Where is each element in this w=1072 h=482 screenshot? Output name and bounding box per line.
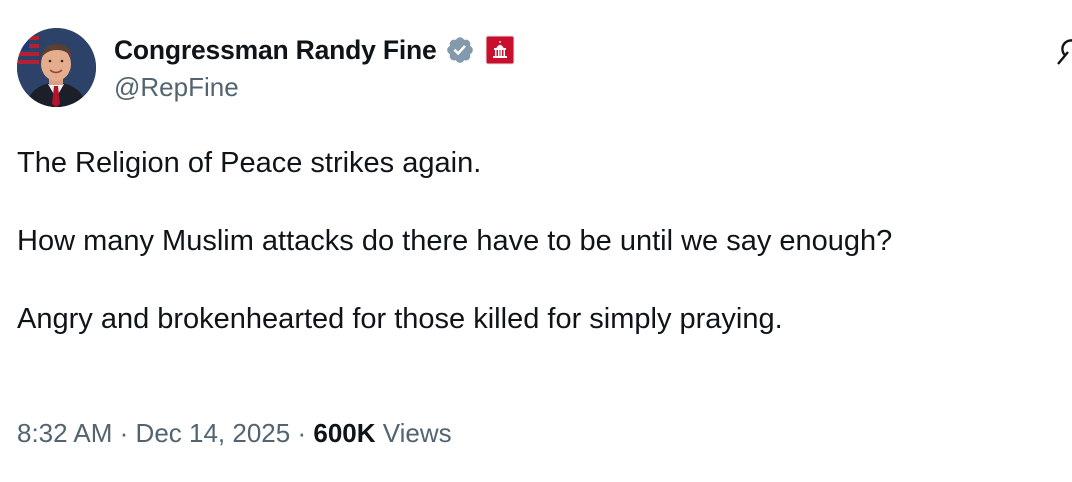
- author-display-name[interactable]: Congressman Randy Fine: [114, 35, 437, 66]
- views-count[interactable]: 600K: [313, 418, 375, 448]
- verified-badge-icon[interactable]: [445, 35, 475, 65]
- tweet-date[interactable]: Dec 14, 2025: [136, 418, 291, 448]
- avatar[interactable]: [17, 28, 96, 107]
- avatar-image: [17, 28, 96, 107]
- tweet-time[interactable]: 8:32 AM: [17, 418, 112, 448]
- grok-icon[interactable]: [1054, 34, 1072, 68]
- us-house-capitol-icon[interactable]: [485, 35, 515, 65]
- meta-separator: ·: [119, 418, 129, 448]
- meta-separator: ·: [297, 418, 307, 448]
- tweet-text: The Religion of Peace strikes again. How…: [17, 144, 1067, 339]
- tweet-paragraph: How many Muslim attacks do there have to…: [17, 225, 893, 257]
- tweet-meta: 8:32 AM · Dec 14, 2025 · 600K Views: [17, 418, 452, 449]
- author-name-row: Congressman Randy Fine: [114, 30, 515, 70]
- tweet-paragraph: Angry and brokenhearted for those killed…: [17, 303, 783, 335]
- views-label[interactable]: Views: [383, 418, 452, 448]
- author-handle[interactable]: @RepFine: [114, 72, 239, 103]
- tweet-paragraph: The Religion of Peace strikes again.: [17, 147, 482, 179]
